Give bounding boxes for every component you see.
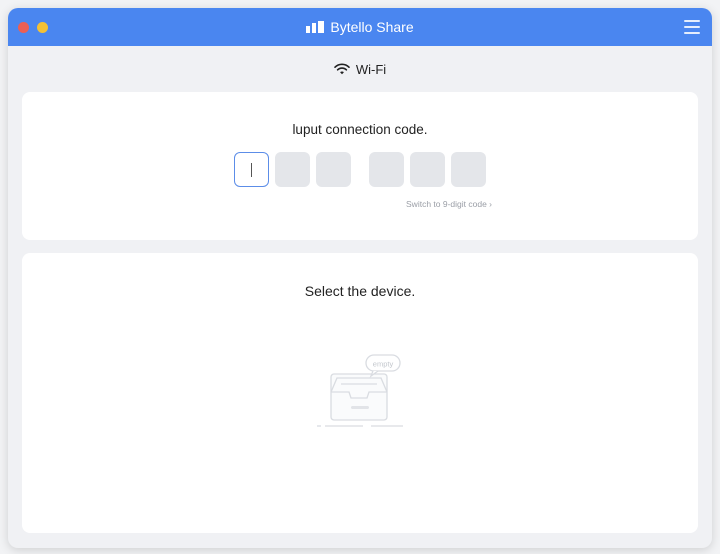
code-digit-3[interactable]	[316, 152, 351, 187]
titlebar: Bytello Share	[8, 8, 712, 46]
window-controls	[18, 22, 48, 33]
code-digit-4[interactable]	[369, 152, 404, 187]
empty-label: empty	[373, 360, 394, 369]
minimize-window-button[interactable]	[37, 22, 48, 33]
switch-code-length-link[interactable]: Switch to 9-digit code ›	[406, 199, 492, 209]
code-digit-6[interactable]	[451, 152, 486, 187]
device-list-title: Select the device.	[304, 283, 416, 299]
connection-code-card: luput connection code. Switch to 9-digit…	[22, 92, 698, 240]
app-title: Bytello Share	[306, 19, 414, 35]
bytello-logo-icon	[306, 21, 325, 33]
close-window-button[interactable]	[18, 22, 29, 33]
code-digit-5[interactable]	[410, 152, 445, 187]
app-window: Bytello Share Wi-Fi luput connection cod…	[8, 8, 712, 548]
network-indicator: Wi-Fi	[8, 46, 712, 92]
device-list-card: Select the device. empty	[22, 253, 698, 533]
wifi-icon	[334, 63, 350, 75]
network-label: Wi-Fi	[355, 61, 387, 77]
empty-inbox-icon: empty	[317, 354, 403, 427]
code-input-row	[22, 152, 698, 187]
code-digit-2[interactable]	[275, 152, 310, 187]
connection-code-prompt: luput connection code.	[292, 122, 428, 137]
app-title-text: Bytello Share	[330, 19, 414, 35]
code-digit-1[interactable]	[234, 152, 269, 187]
hamburger-menu-icon[interactable]	[684, 20, 700, 34]
